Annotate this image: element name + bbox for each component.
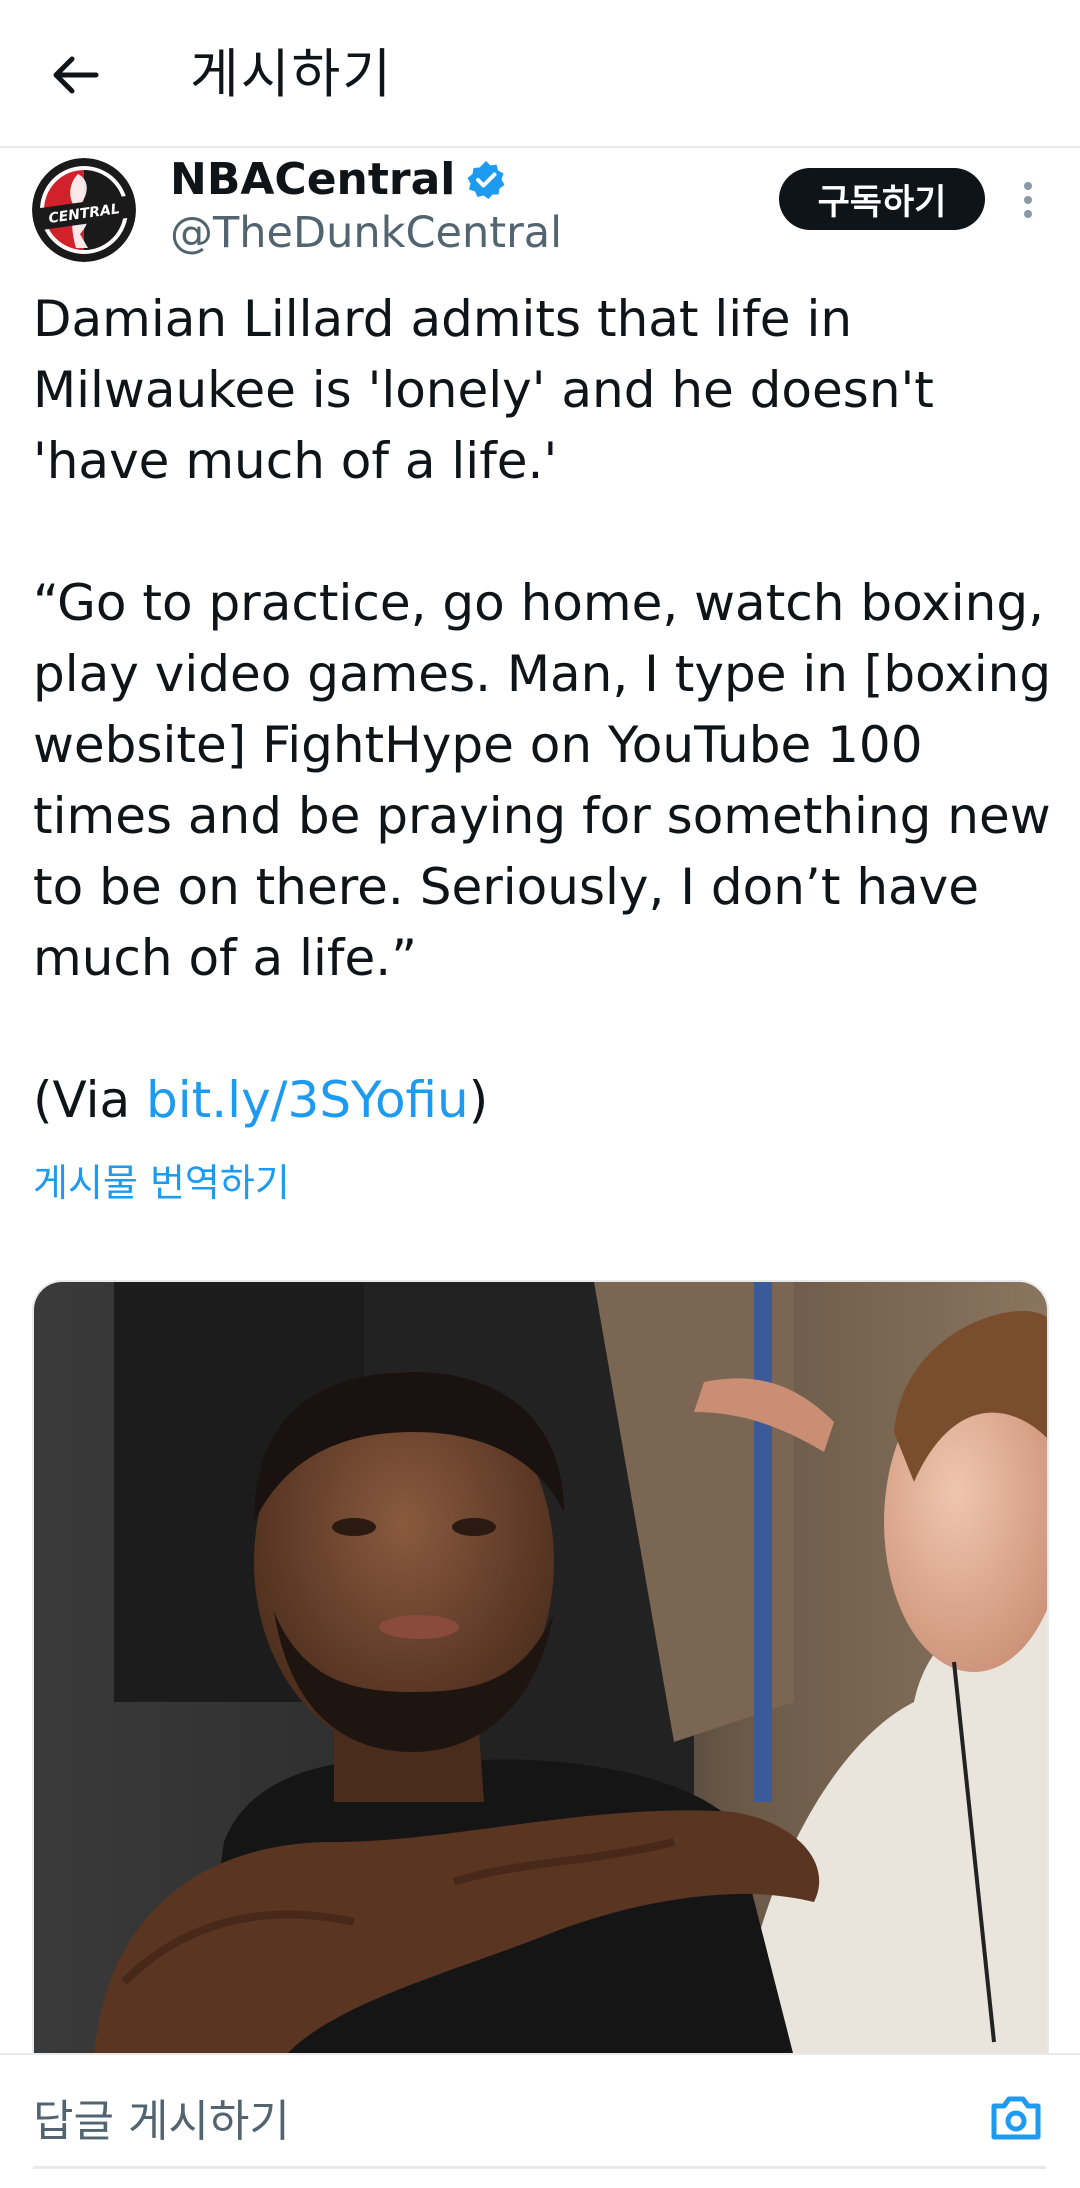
display-name: NBACentral: [170, 154, 456, 205]
more-options-button[interactable]: [1010, 172, 1046, 228]
author-name-line[interactable]: NBACentral: [170, 152, 507, 208]
subscribe-button[interactable]: 구독하기: [779, 168, 985, 230]
photo-of-player-courtside: [34, 1282, 1047, 2055]
top-bar: 게시하기: [0, 0, 1080, 148]
verified-badge-icon: [467, 161, 505, 199]
avatar[interactable]: CENTRAL: [32, 158, 136, 262]
camera-button[interactable]: [988, 2090, 1044, 2146]
tweet-media-image[interactable]: [32, 1280, 1049, 2055]
page-title: 게시하기: [190, 44, 394, 105]
reply-input[interactable]: 답글 게시하기: [33, 2092, 290, 2152]
reply-divider: [33, 2166, 1046, 2169]
author-handle[interactable]: @TheDunkCentral: [170, 205, 562, 261]
nba-central-logo: CENTRAL: [32, 158, 136, 262]
arrow-left-icon: [53, 56, 99, 94]
tweet-body: Damian Lillard admits that life in Milwa…: [33, 290, 1052, 1129]
more-vertical-icon: [1024, 182, 1032, 218]
tweet-text: Damian Lillard admits that life in Milwa…: [33, 284, 1053, 1136]
camera-icon: [991, 2096, 1041, 2140]
back-button[interactable]: [40, 40, 110, 110]
translate-post-link[interactable]: 게시물 번역하기: [33, 1158, 290, 1208]
tweet-link[interactable]: bit.ly/3SYofiu: [146, 1071, 469, 1129]
tweet-body-end: ): [468, 1071, 489, 1129]
